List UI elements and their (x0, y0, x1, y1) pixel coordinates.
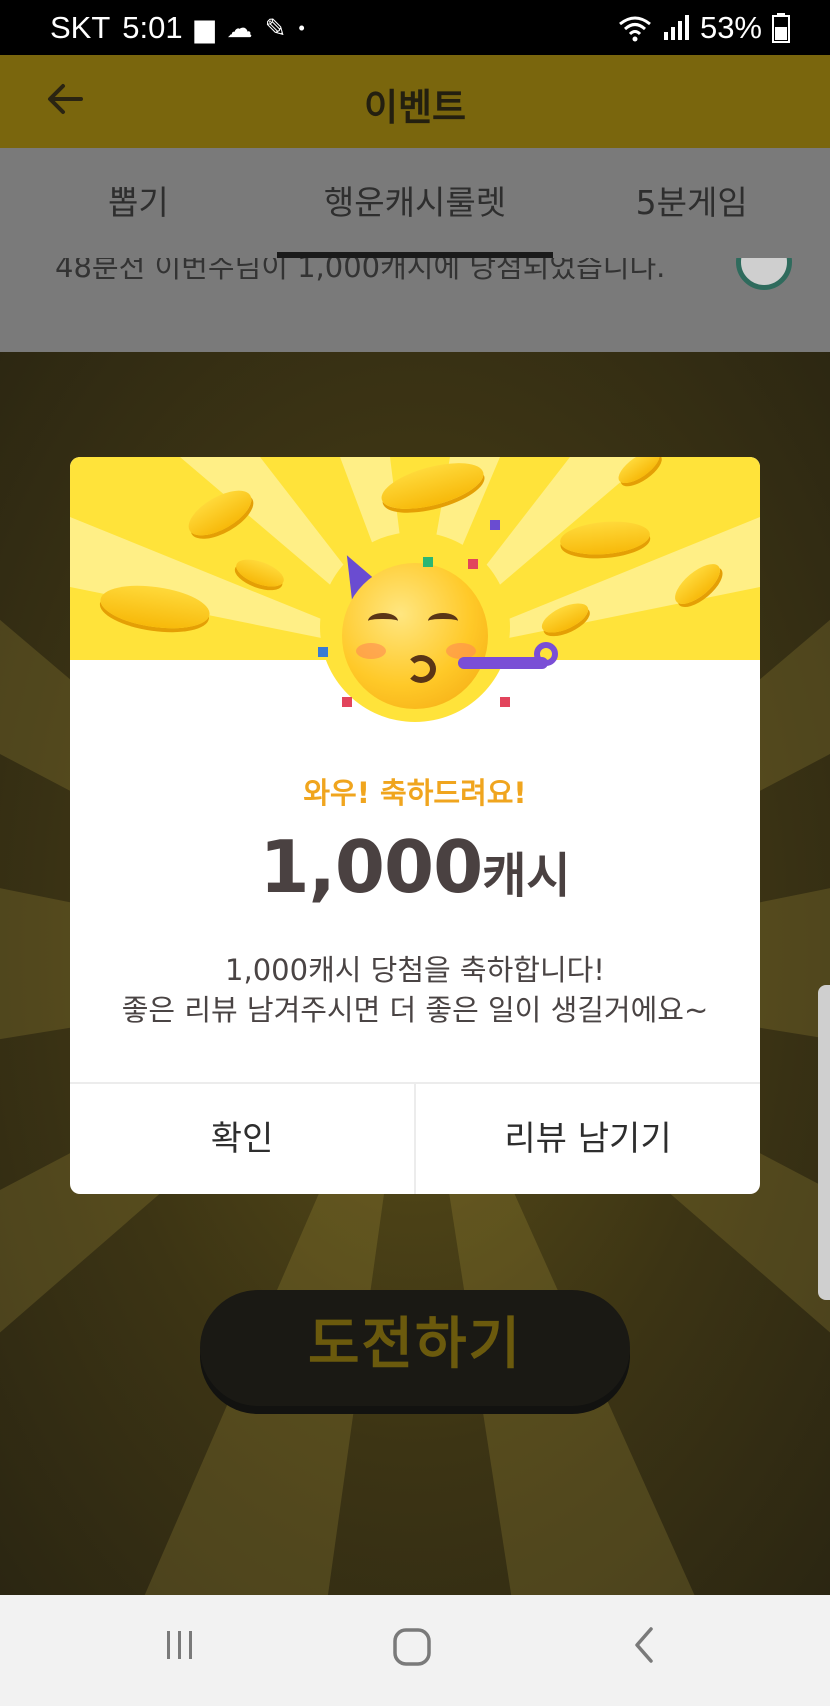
dot-icon: • (298, 18, 305, 38)
battery-percent: 53% (699, 10, 762, 45)
tab-bar: 뽑기 행운캐시룰렛 5분게임 (0, 148, 830, 258)
status-right: 53% (618, 10, 790, 46)
clock: 5:01 (122, 10, 183, 45)
message-line-1: 1,000캐시 당첨을 축하합니다! (225, 953, 605, 987)
recent-apps-icon[interactable] (150, 1625, 210, 1675)
confetti-icon (318, 647, 328, 657)
prize-number: 1,000 (259, 825, 483, 909)
page-title: 이벤트 (363, 86, 467, 129)
signal-icon (663, 15, 689, 40)
battery-icon (772, 13, 790, 43)
status-left: SKT 5:01 ▆ ☁ ✎ • (50, 10, 305, 46)
challenge-button[interactable]: 도전하기 (200, 1290, 630, 1406)
party-face-icon (342, 563, 488, 709)
app-bar: 이벤트 (0, 55, 830, 148)
wifi-icon (619, 16, 651, 42)
system-nav-bar (0, 1595, 830, 1706)
cloud-sync-icon: ☁ (226, 13, 253, 43)
shoe-icon: ✎ (264, 13, 287, 43)
confetti-icon (490, 520, 500, 530)
congrats-text: 와우! 축하드려요! (303, 776, 527, 810)
status-bar: SKT 5:01 ▆ ☁ ✎ • 53% (0, 0, 830, 55)
back-icon[interactable] (615, 1625, 675, 1675)
carrier-label: SKT (50, 10, 111, 45)
leave-review-button[interactable]: 리뷰 남기기 (414, 1084, 760, 1194)
folder-icon: ▆ (194, 13, 215, 43)
confetti-icon (342, 697, 352, 707)
confirm-button[interactable]: 확인 (70, 1084, 414, 1194)
scroll-handle[interactable] (818, 985, 830, 1300)
winner-ticker: 48분전 이번주님이 1,000캐시에 당첨되었습니다. (0, 258, 830, 352)
prize-amount: 1,000캐시 (70, 825, 760, 909)
home-icon[interactable] (382, 1625, 442, 1675)
cash-badge-icon (736, 258, 792, 290)
dialog-message: 1,000캐시 당첨을 축하합니다! 좋은 리뷰 남겨주시면 더 좋은 일이 생… (70, 950, 760, 1030)
party-blower-end-icon (534, 642, 558, 666)
prize-unit: 캐시 (482, 848, 571, 904)
tab-draw[interactable]: 뽑기 (0, 148, 277, 258)
tab-5min-game[interactable]: 5분게임 (553, 148, 830, 258)
message-line-2: 좋은 리뷰 남겨주시면 더 좋은 일이 생길거에요~ (121, 993, 709, 1027)
win-dialog: 와우! 축하드려요! 1,000캐시 1,000캐시 당첨을 축하합니다! 좋은… (70, 457, 760, 1194)
tab-lucky-roulette[interactable]: 행운캐시룰렛 (276, 148, 554, 258)
confetti-icon (423, 557, 433, 567)
confetti-icon (500, 697, 510, 707)
confetti-icon (468, 559, 478, 569)
ticker-text: 48분전 이번주님이 1,000캐시에 당첨되었습니다. (55, 258, 666, 284)
dialog-actions: 확인 리뷰 남기기 (70, 1084, 760, 1194)
